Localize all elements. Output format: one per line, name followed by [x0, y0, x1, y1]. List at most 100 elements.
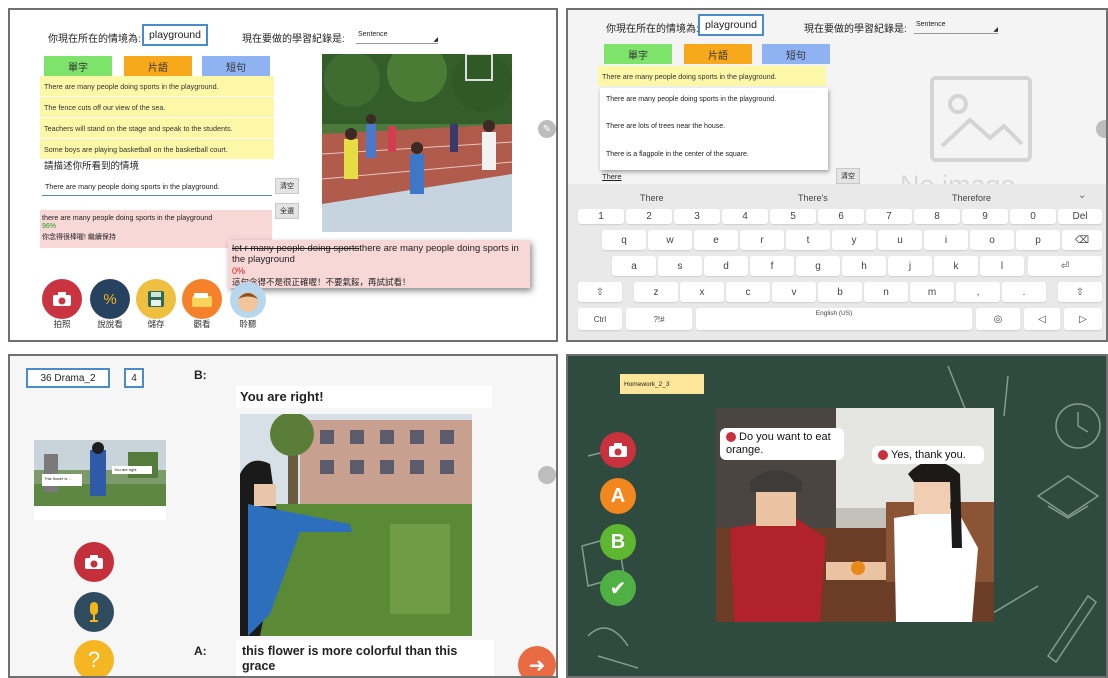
key[interactable]: 3: [674, 209, 720, 224]
sentence-text: There are many people doing sports in th…: [602, 71, 777, 81]
record-select[interactable]: Sentence ◢: [914, 16, 998, 34]
key[interactable]: g: [796, 256, 840, 276]
key[interactable]: o: [970, 230, 1014, 250]
key[interactable]: d: [704, 256, 748, 276]
tab-phrase[interactable]: 片語: [124, 56, 192, 76]
tab-word[interactable]: 單字: [44, 56, 112, 76]
key[interactable]: 1: [578, 209, 624, 224]
record-button[interactable]: [74, 592, 114, 632]
symbol-key[interactable]: ?!#: [626, 308, 692, 330]
panel-sentence-practice: 你現在所在的情境為: playground 現在要做的學習紀錄是: Senten…: [8, 8, 558, 342]
key[interactable]: 2: [626, 209, 672, 224]
clear-button[interactable]: 清空: [836, 168, 860, 184]
key[interactable]: l: [980, 256, 1024, 276]
next-button[interactable]: ➜: [518, 646, 556, 676]
scene-thumbnail[interactable]: [34, 440, 166, 506]
backspace-key[interactable]: ⌫: [1062, 230, 1102, 250]
speaker-b-button[interactable]: B: [600, 524, 636, 560]
edit-icon[interactable]: ✎: [538, 120, 556, 138]
key[interactable]: c: [726, 282, 770, 302]
sentence-item[interactable]: There are many people doing sports in th…: [598, 66, 826, 86]
sentence-item[interactable]: The fence cuts off our view of the sea.: [40, 97, 274, 117]
delete-key[interactable]: Del: [1058, 209, 1102, 224]
key[interactable]: b: [818, 282, 862, 302]
listen-button[interactable]: [230, 282, 266, 318]
sentence-item[interactable]: Some boys are playing basketball on the …: [40, 139, 274, 159]
key[interactable]: r: [740, 230, 784, 250]
image-placeholder-icon: [930, 76, 1032, 162]
context-field[interactable]: playground: [142, 24, 208, 46]
key[interactable]: f: [750, 256, 794, 276]
key-label: r: [760, 234, 764, 246]
thumb-left-label: This flower is ...: [44, 476, 72, 481]
edit-icon[interactable]: [1096, 120, 1106, 138]
key[interactable]: 4: [722, 209, 768, 224]
edit-icon[interactable]: [538, 466, 556, 484]
record-select[interactable]: Sentence ◢: [356, 26, 438, 44]
tab-phrase-label: 片語: [708, 50, 728, 62]
tab-sentence[interactable]: 短句: [202, 56, 270, 76]
autocomplete-option[interactable]: There are many people doing sports in th…: [606, 96, 776, 103]
key[interactable]: i: [924, 230, 968, 250]
key[interactable]: v: [772, 282, 816, 302]
key[interactable]: 8: [914, 209, 960, 224]
select-all-button[interactable]: 全選: [275, 203, 299, 219]
context-field[interactable]: playground: [698, 14, 764, 36]
help-button[interactable]: ?: [74, 640, 114, 676]
tab-sentence[interactable]: 短句: [762, 44, 830, 64]
autocomplete-option[interactable]: There are lots of trees near the house.: [606, 123, 725, 130]
camera-button[interactable]: [600, 432, 636, 468]
camera-button[interactable]: [74, 542, 114, 582]
arrow-left-key[interactable]: ◁: [1024, 308, 1060, 330]
ctrl-key[interactable]: Ctrl: [578, 308, 622, 330]
key[interactable]: h: [842, 256, 886, 276]
key[interactable]: j: [888, 256, 932, 276]
view-button[interactable]: [182, 279, 222, 319]
page-number[interactable]: 4: [124, 368, 144, 388]
autocomplete-option[interactable]: There is a flagpole in the center of the…: [606, 151, 749, 158]
key[interactable]: 5: [770, 209, 816, 224]
key[interactable]: 9: [962, 209, 1008, 224]
tab-phrase[interactable]: 片語: [684, 44, 752, 64]
arrow-right-key[interactable]: ▷: [1064, 308, 1102, 330]
save-button[interactable]: [136, 279, 176, 319]
key[interactable]: a: [612, 256, 656, 276]
key[interactable]: k: [934, 256, 978, 276]
key[interactable]: 6: [818, 209, 864, 224]
describe-input[interactable]: There are many people doing sports in th…: [42, 178, 272, 196]
language-key[interactable]: ◎: [976, 308, 1020, 330]
shift-key[interactable]: ⇧: [578, 282, 622, 302]
key[interactable]: x: [680, 282, 724, 302]
submit-button[interactable]: ✔: [600, 570, 636, 606]
key[interactable]: e: [694, 230, 738, 250]
key[interactable]: 0: [1010, 209, 1056, 224]
key[interactable]: z: [634, 282, 678, 302]
key[interactable]: m: [910, 282, 954, 302]
enter-key[interactable]: ⏎: [1028, 256, 1102, 276]
key[interactable]: n: [864, 282, 908, 302]
space-key[interactable]: English (US): [696, 308, 972, 330]
suggestion[interactable]: There: [640, 193, 664, 203]
key[interactable]: q: [602, 230, 646, 250]
collapse-icon[interactable]: ⌄: [1078, 190, 1086, 201]
suggestion[interactable]: Therefore: [952, 193, 991, 203]
suggestion[interactable]: There's: [798, 193, 828, 203]
key[interactable]: y: [832, 230, 876, 250]
key[interactable]: .: [1002, 282, 1046, 302]
sentence-item[interactable]: Teachers will stand on the stage and spe…: [40, 118, 274, 138]
key[interactable]: w: [648, 230, 692, 250]
key[interactable]: p: [1016, 230, 1060, 250]
camera-button[interactable]: [42, 279, 82, 319]
key[interactable]: u: [878, 230, 922, 250]
tab-word[interactable]: 單字: [604, 44, 672, 64]
sentence-item[interactable]: There are many people doing sports in th…: [40, 76, 274, 96]
speak-button[interactable]: %: [90, 279, 130, 319]
key[interactable]: s: [658, 256, 702, 276]
clear-button[interactable]: 清空: [275, 178, 299, 194]
letter-b-icon: B: [610, 530, 626, 553]
key[interactable]: 7: [866, 209, 912, 224]
shift-key[interactable]: ⇧: [1058, 282, 1102, 302]
key[interactable]: t: [786, 230, 830, 250]
speaker-a-button[interactable]: A: [600, 478, 636, 514]
key[interactable]: ,: [956, 282, 1000, 302]
